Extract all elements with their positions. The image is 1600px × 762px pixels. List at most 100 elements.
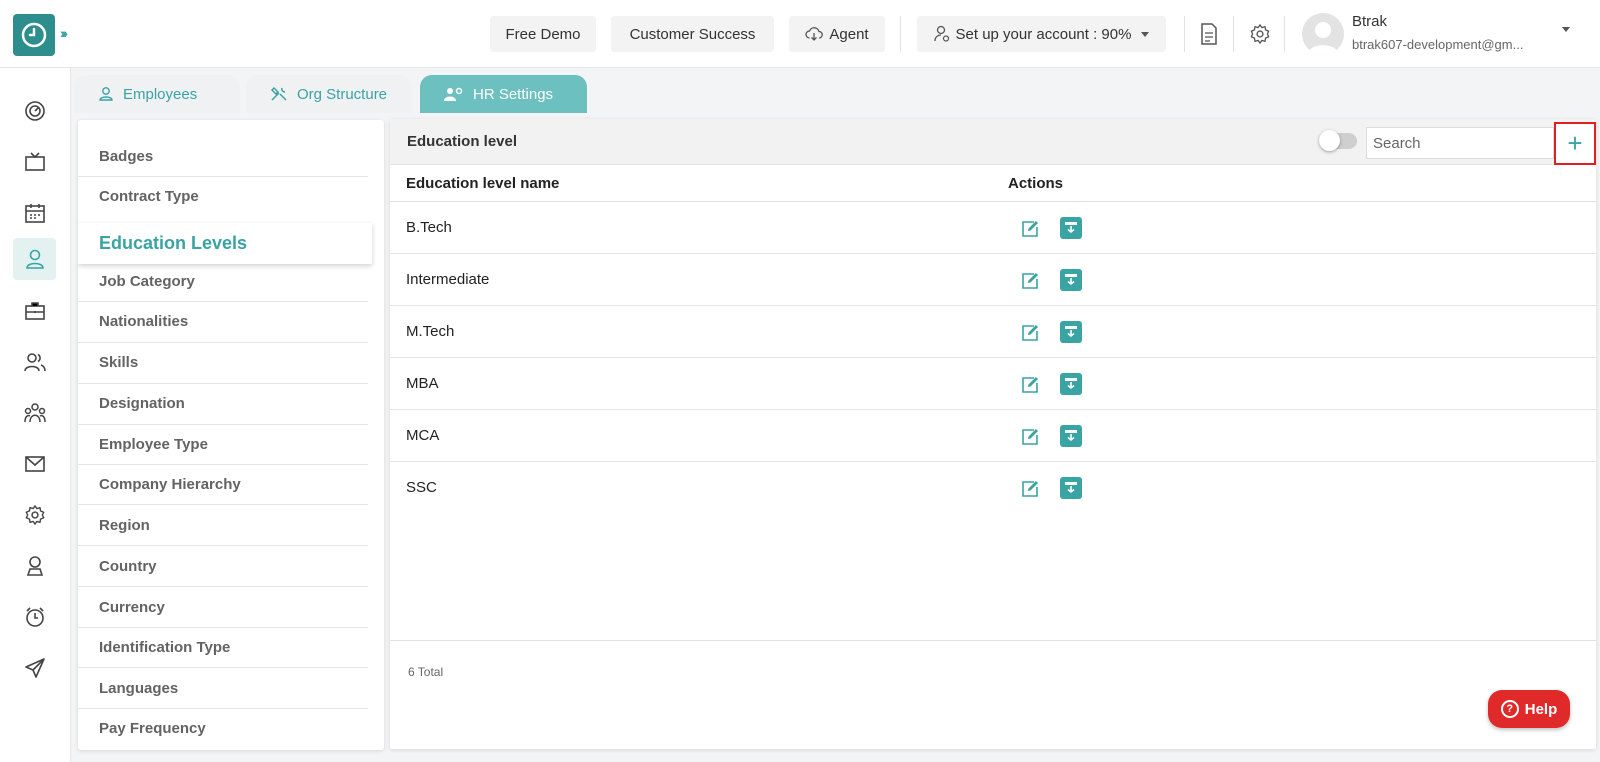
toggle-knob [1319, 130, 1340, 151]
send-icon[interactable] [13, 647, 56, 689]
briefcase-icon[interactable] [13, 290, 56, 332]
user-name: Btrak [1352, 13, 1388, 30]
dashboard-icon[interactable] [13, 90, 56, 132]
table-row: Intermediate [390, 254, 1596, 306]
row-name: MCA [406, 427, 440, 444]
table-row: B.Tech [390, 202, 1596, 254]
left-nav-rail [0, 68, 71, 762]
alarm-clock-icon[interactable] [13, 596, 56, 638]
help-label: Help [1524, 700, 1558, 718]
divider [78, 545, 368, 546]
divider [78, 176, 368, 177]
tab-label: Org Structure [297, 85, 388, 103]
archive-icon[interactable] [1060, 269, 1082, 291]
add-education-level-button[interactable]: + [1554, 122, 1596, 165]
archive-icon[interactable] [1060, 425, 1082, 447]
plus-icon: + [1567, 128, 1583, 158]
tab-org-structure[interactable]: Org Structure [246, 75, 412, 113]
cloud-download-icon [805, 27, 824, 41]
person-icon [99, 87, 113, 101]
edit-icon[interactable] [1020, 323, 1040, 343]
table-row: SSC [390, 462, 1596, 514]
menu-item-job-category[interactable]: Job Category [78, 273, 368, 290]
menu-item-contract-type[interactable]: Contract Type [78, 188, 368, 205]
divider [78, 627, 368, 628]
divider [78, 342, 368, 343]
users-icon[interactable] [13, 341, 56, 383]
row-name: Intermediate [406, 271, 490, 288]
divider [1233, 16, 1234, 52]
document-icon[interactable] [1197, 22, 1221, 46]
app-logo[interactable] [13, 14, 55, 56]
user-setup-icon [933, 25, 949, 42]
menu-item-nationalities[interactable]: Nationalities [78, 313, 368, 330]
divider [78, 424, 368, 425]
menu-item-education-levels[interactable]: Education Levels [78, 223, 372, 264]
team-icon[interactable] [13, 392, 56, 434]
menu-item-designation[interactable]: Designation [78, 395, 368, 412]
menu-item-country[interactable]: Country [78, 558, 368, 575]
free-demo-button[interactable]: Free Demo [490, 16, 596, 52]
column-header-name: Education level name [406, 175, 560, 192]
user-menu-caret-icon[interactable] [1562, 27, 1570, 32]
agent-label: Agent [829, 25, 869, 43]
divider [78, 586, 368, 587]
setup-account-dropdown[interactable]: Set up your account : 90% [917, 16, 1166, 52]
menu-item-badges[interactable]: Badges [78, 148, 368, 165]
question-icon: ? [1500, 700, 1519, 718]
edit-icon[interactable] [1020, 219, 1040, 239]
archive-icon[interactable] [1060, 373, 1082, 395]
divider [78, 504, 368, 505]
menu-item-skills[interactable]: Skills [78, 354, 368, 371]
archive-icon[interactable] [1060, 477, 1082, 499]
divider [390, 640, 1596, 641]
row-name: B.Tech [406, 219, 452, 236]
divider [78, 708, 368, 709]
mail-icon[interactable] [13, 443, 56, 485]
archive-icon[interactable] [1060, 321, 1082, 343]
tab-hr-settings[interactable]: HR Settings [420, 75, 587, 113]
search-input[interactable] [1366, 127, 1554, 159]
edit-icon[interactable] [1020, 271, 1040, 291]
expand-sidebar-icon[interactable]: ››› [60, 25, 68, 41]
menu-item-region[interactable]: Region [78, 517, 368, 534]
menu-item-identification-type[interactable]: Identification Type [78, 639, 368, 656]
people-gear-icon [444, 87, 463, 101]
menu-item-pay-frequency[interactable]: Pay Frequency [78, 720, 368, 737]
customer-success-button[interactable]: Customer Success [611, 16, 774, 52]
tab-employees[interactable]: Employees [74, 75, 240, 113]
row-name: SSC [406, 479, 437, 496]
clock-logo-icon [21, 22, 47, 48]
menu-item-currency[interactable]: Currency [78, 599, 368, 616]
user-email: btrak607-development@gm... [1352, 37, 1524, 52]
tab-label: Employees [123, 85, 198, 103]
education-level-panel: Education level + Education level name A… [390, 119, 1596, 749]
row-name: M.Tech [406, 323, 455, 340]
menu-item-employee-type[interactable]: Employee Type [78, 436, 368, 453]
tv-icon[interactable] [13, 141, 56, 183]
employee-icon[interactable] [13, 238, 56, 280]
profile-badge-icon[interactable] [13, 545, 56, 587]
settings-icon[interactable] [13, 494, 56, 536]
caret-down-icon [1141, 31, 1150, 37]
help-button[interactable]: ? Help [1488, 690, 1570, 728]
table-row: M.Tech [390, 306, 1596, 358]
divider [78, 667, 368, 668]
menu-item-languages[interactable]: Languages [78, 680, 368, 697]
row-name: MBA [406, 375, 439, 392]
free-demo-label: Free Demo [505, 25, 581, 43]
edit-icon[interactable] [1020, 479, 1040, 499]
divider [78, 301, 368, 302]
edit-icon[interactable] [1020, 375, 1040, 395]
column-header-actions: Actions [1008, 175, 1064, 192]
panel-header: Education level + [390, 119, 1596, 165]
menu-item-company-hierarchy[interactable]: Company Hierarchy [78, 476, 368, 493]
customer-success-label: Customer Success [629, 25, 756, 43]
archive-toggle[interactable] [1319, 130, 1357, 151]
calendar-icon[interactable] [13, 192, 56, 234]
edit-icon[interactable] [1020, 427, 1040, 447]
agent-button[interactable]: Agent [789, 16, 885, 52]
avatar[interactable] [1302, 13, 1344, 55]
settings-gear-icon[interactable] [1248, 22, 1272, 46]
archive-icon[interactable] [1060, 217, 1082, 239]
